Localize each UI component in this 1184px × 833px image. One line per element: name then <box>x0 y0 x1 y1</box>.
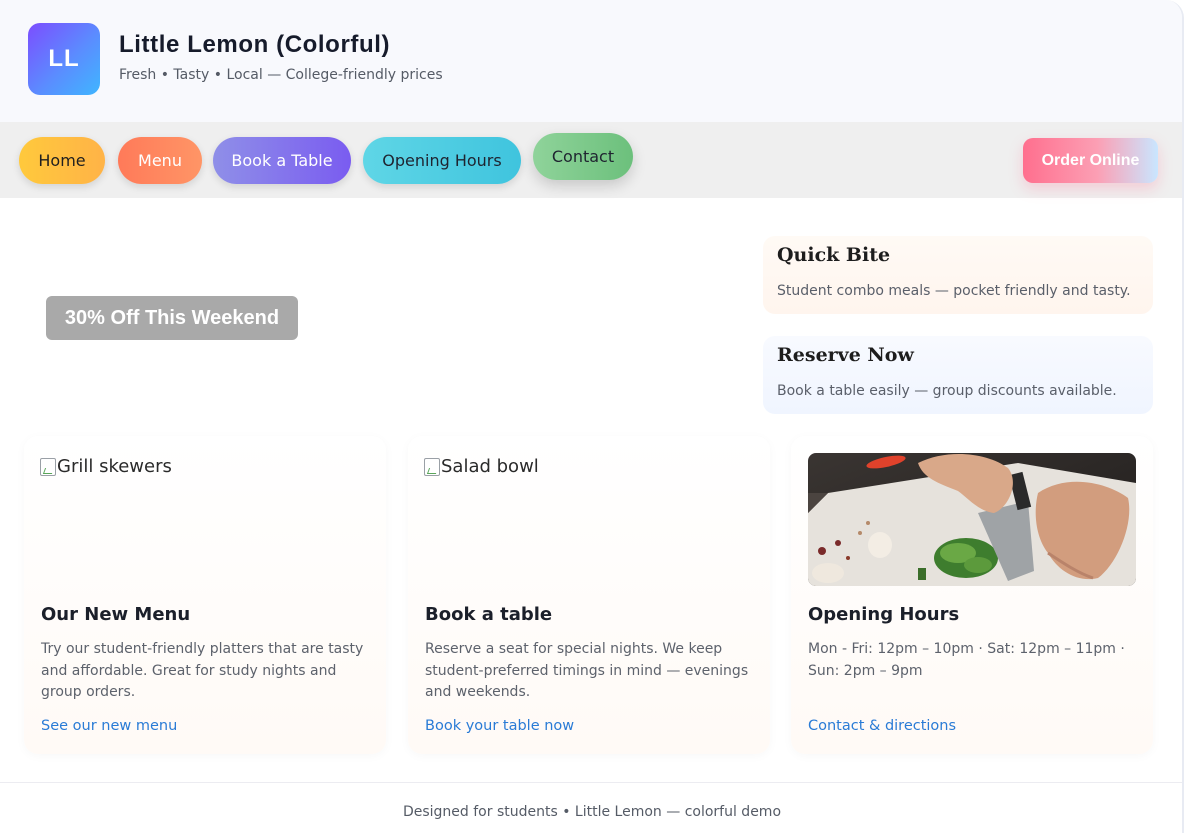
menu-card: Grill skewers Our New Menu Try our stude… <box>24 436 386 754</box>
site-header: LL Little Lemon (Colorful) Fresh • Tasty… <box>0 0 1182 122</box>
footer-text: Designed for students • Little Lemon — c… <box>402 804 782 820</box>
promo-banner: 30% Off This Weekend <box>46 296 298 340</box>
reserve-now-text: Book a table easily — group discounts av… <box>777 383 1117 399</box>
card-title: Opening Hours <box>808 604 960 625</box>
salad-bowl-image: Salad bowl <box>424 456 539 477</box>
reserve-now-title: Reserve Now <box>777 344 914 366</box>
book-table-link[interactable]: Book your table now <box>425 718 574 734</box>
nav-home-button[interactable]: Home <box>19 137 105 184</box>
page: LL Little Lemon (Colorful) Fresh • Tasty… <box>0 0 1184 833</box>
broken-image-icon <box>40 457 56 476</box>
nav-opening-hours-button[interactable]: Opening Hours <box>363 137 521 184</box>
nav-contact-button[interactable]: Contact <box>533 133 633 180</box>
see-menu-link[interactable]: See our new menu <box>41 718 177 734</box>
quick-bite-card: Quick Bite Student combo meals — pocket … <box>763 236 1153 314</box>
reserve-now-card: Reserve Now Book a table easily — group … <box>763 336 1153 414</box>
book-table-card: Salad bowl Book a table Reserve a seat f… <box>408 436 770 754</box>
site-tagline: Fresh • Tasty • Local — College-friendly… <box>119 67 443 83</box>
site-title: Little Lemon (Colorful) <box>119 31 391 58</box>
image-alt-text: Salad bowl <box>441 456 539 477</box>
card-title: Our New Menu <box>41 604 191 625</box>
logo[interactable]: LL <box>28 23 100 95</box>
opening-hours-card: Opening Hours Mon - Fri: 12pm – 10pm · S… <box>791 436 1153 754</box>
image-alt-text: Grill skewers <box>57 456 172 477</box>
order-online-button[interactable]: Order Online <box>1023 138 1158 183</box>
nav-menu-button[interactable]: Menu <box>118 137 202 184</box>
card-text: Mon - Fri: 12pm – 10pm · Sat: 12pm – 11p… <box>808 641 1125 679</box>
quick-bite-title: Quick Bite <box>777 244 891 266</box>
site-footer: Designed for students • Little Lemon — c… <box>0 782 1182 833</box>
contact-directions-link[interactable]: Contact & directions <box>808 718 956 734</box>
nav-book-table-button[interactable]: Book a Table <box>213 137 351 184</box>
card-text: Reserve a seat for special nights. We ke… <box>425 641 749 700</box>
grill-skewers-image: Grill skewers <box>40 456 172 477</box>
chef-chopping-photo <box>808 453 1136 586</box>
card-title: Book a table <box>425 604 553 625</box>
quick-bite-text: Student combo meals — pocket friendly an… <box>777 283 1131 299</box>
card-text: Try our student-friendly platters that a… <box>41 641 364 700</box>
broken-image-icon <box>424 457 440 476</box>
